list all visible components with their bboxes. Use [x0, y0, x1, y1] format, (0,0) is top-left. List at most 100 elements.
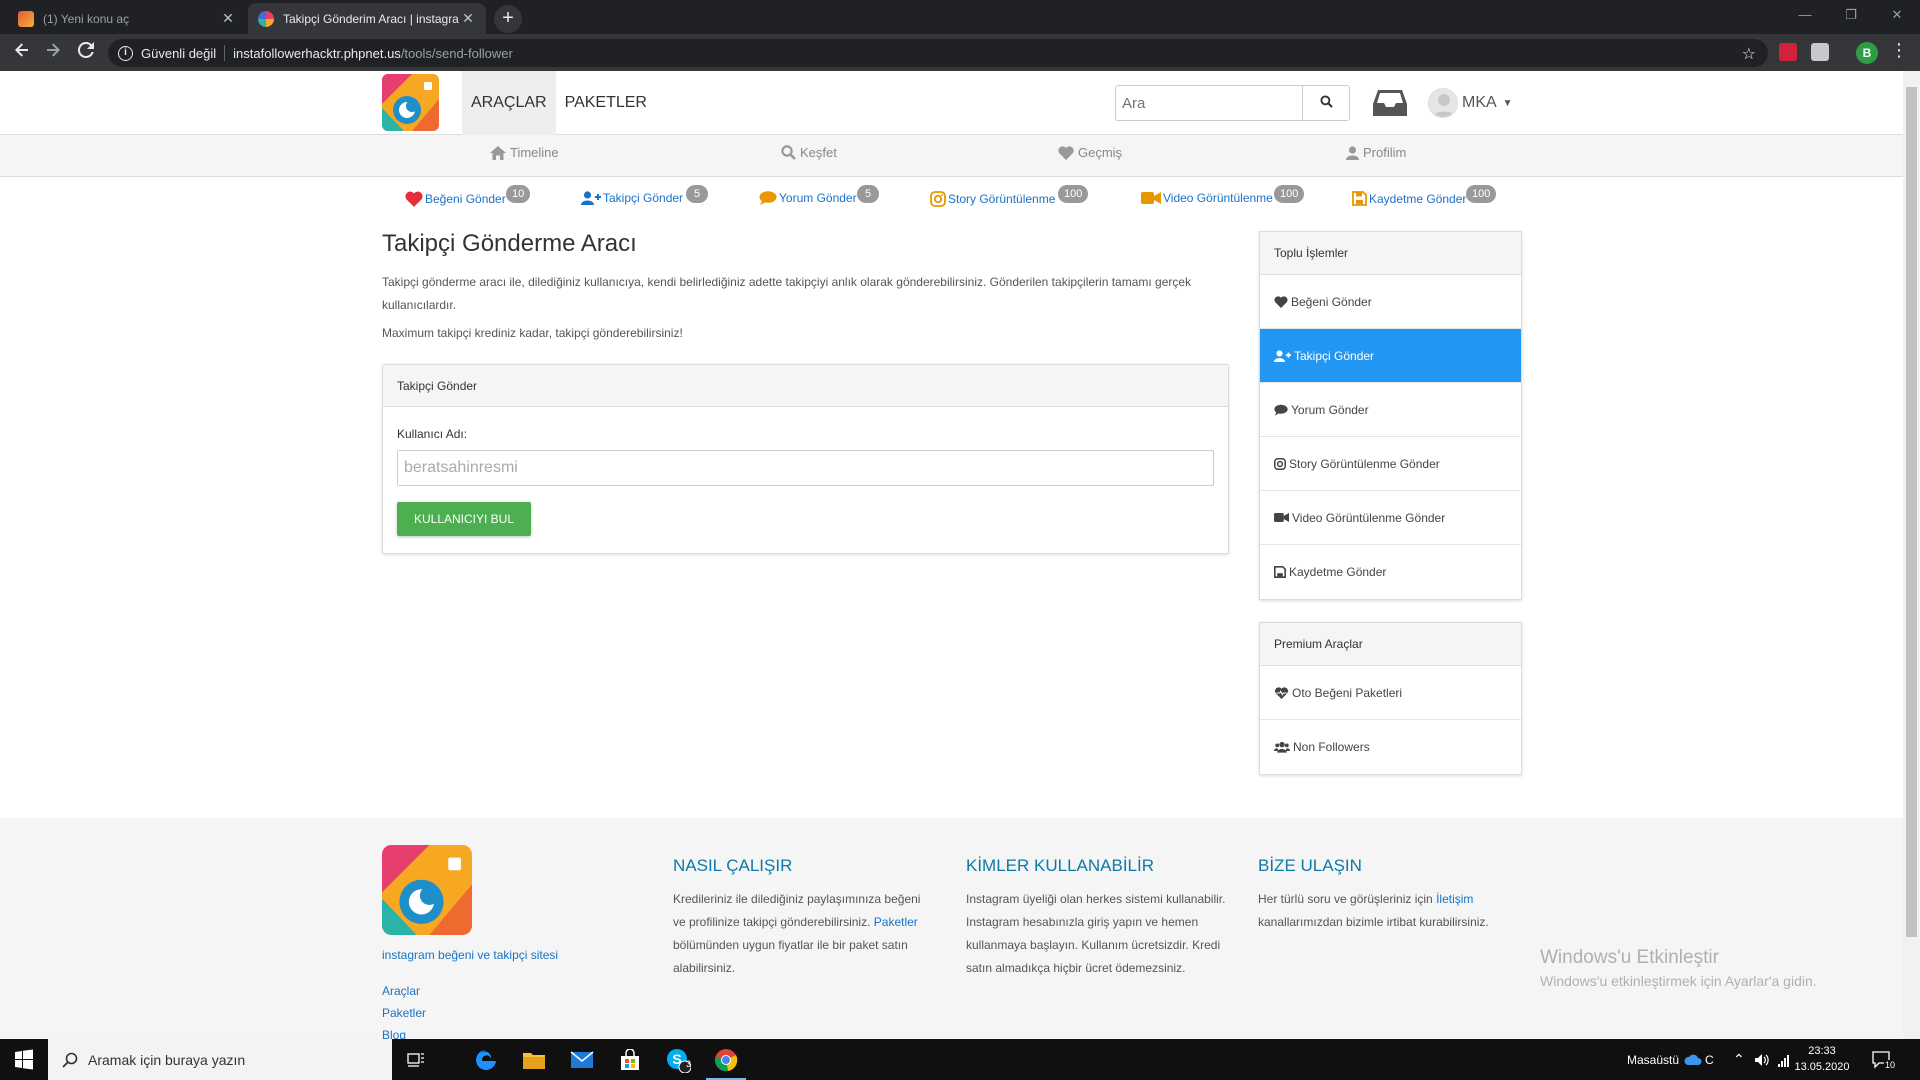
footer-how-text: Kredileriniz ile dilediğiniz paylaşımını…	[673, 892, 921, 975]
page-description: Takipçi gönderme aracı ile, dilediğiniz …	[382, 275, 1192, 312]
scrollbar-thumb[interactable]	[1906, 87, 1917, 937]
heart-icon	[405, 191, 423, 207]
edge-browser-icon[interactable]	[462, 1039, 510, 1080]
start-button[interactable]	[0, 1039, 48, 1080]
store-icon[interactable]	[606, 1039, 654, 1080]
back-arrow-icon[interactable]	[9, 40, 35, 66]
tool-takipci-gonder[interactable]: Takipçi Gönder	[581, 191, 683, 205]
sidebar-item-video[interactable]: Video Görüntülenme Gönder	[1260, 491, 1521, 545]
close-tab-icon[interactable]: ✕	[220, 10, 236, 27]
site-logo[interactable]	[382, 74, 439, 131]
subnav-profilim[interactable]: Profilim	[1346, 145, 1406, 160]
tool-kaydetme-gonder[interactable]: Kaydetme Gönder	[1352, 191, 1466, 206]
panel-title: Takipçi Gönder	[383, 365, 1228, 407]
bookmark-star-icon[interactable]: ☆	[1742, 44, 1756, 64]
volume-icon[interactable]	[1754, 1039, 1770, 1080]
subnav-gecmis[interactable]: Geçmiş	[1058, 145, 1122, 160]
user-menu[interactable]: MKA ▼	[1428, 87, 1513, 119]
user-icon	[1346, 145, 1359, 160]
clock-time: 23:33	[1808, 1045, 1836, 1057]
nav-araclar[interactable]: ARAÇLAR	[462, 71, 556, 135]
network-icon[interactable]	[1777, 1039, 1791, 1080]
url-host: instafollowerhacktr.phpnet.us	[233, 45, 401, 61]
page-scrollbar[interactable]	[1903, 71, 1920, 1039]
desktop-label[interactable]: Masaüstü	[1627, 1039, 1679, 1080]
browser-tab-strip: (1) Yeni konu aç ✕ Takipçi Gönderim Arac…	[0, 0, 1920, 34]
restore-window-button[interactable]: ❐	[1828, 0, 1874, 30]
mail-icon[interactable]	[558, 1039, 606, 1080]
sidebar-item-story[interactable]: Story Görüntülenme Gönder	[1260, 437, 1521, 491]
video-camera-icon	[1141, 192, 1161, 204]
file-explorer-icon[interactable]	[510, 1039, 558, 1080]
footer-iletisim-link[interactable]: İletişim	[1436, 892, 1473, 906]
onedrive-weather-icon[interactable]: C	[1684, 1039, 1714, 1080]
heart-icon	[1058, 145, 1074, 160]
footer-link-araclar[interactable]: Araçlar	[382, 984, 420, 998]
browser-tab-yeni-konu[interactable]: (1) Yeni konu aç ✕	[8, 3, 246, 34]
tool-yorum-gonder[interactable]: Yorum Gönder	[759, 191, 857, 205]
url-path: /tools/send-follower	[400, 45, 513, 61]
close-tab-icon[interactable]: ✕	[460, 10, 476, 27]
tray-chevron-up-icon[interactable]: ⌃	[1733, 1039, 1745, 1080]
browser-menu-icon[interactable]: ⋮	[1890, 40, 1908, 61]
sidebar-item-kaydetme[interactable]: Kaydetme Gönder	[1260, 545, 1521, 599]
inbox-icon[interactable]	[1372, 87, 1408, 119]
sidebar-item-takipci[interactable]: Takipçi Gönder	[1260, 329, 1521, 383]
footer-how-it-works: NASIL ÇALIŞIR Kredileriniz ile dilediğin…	[673, 856, 933, 980]
tab-title: (1) Yeni konu aç	[43, 11, 130, 26]
extension-red-icon[interactable]	[1779, 43, 1797, 61]
footer-contact: BİZE ULAŞIN Her türlü soru ve görüşlerin…	[1258, 856, 1518, 934]
forward-arrow-icon[interactable]	[40, 40, 66, 66]
bulk-actions-card: Toplu İşlemler Beğeni Gönder Takipçi Gön…	[1259, 231, 1522, 600]
tool-video-goruntulenme[interactable]: Video Görüntülenme	[1141, 191, 1273, 205]
taskbar-clock[interactable]: 23:33 13.05.2020	[1790, 1043, 1854, 1075]
tool-story-goruntulenme[interactable]: Story Görüntülenme	[930, 191, 1055, 207]
sidebar-item-oto-begeni[interactable]: Oto Beğeni Paketleri	[1260, 666, 1521, 720]
windows-logo-icon	[15, 1049, 33, 1070]
minimize-window-button[interactable]: —	[1782, 0, 1828, 30]
info-icon[interactable]: i	[118, 45, 133, 61]
sidebar-item-yorum[interactable]: Yorum Gönder	[1260, 383, 1521, 437]
sidebar-item-begeni[interactable]: Beğeni Gönder	[1260, 275, 1521, 329]
chrome-icon[interactable]	[702, 1039, 750, 1080]
heartbeat-icon	[1274, 686, 1289, 699]
task-view-icon[interactable]	[392, 1039, 440, 1080]
taskbar-search-box[interactable]: Aramak için buraya yazın	[48, 1039, 392, 1080]
footer-logo[interactable]	[382, 845, 472, 935]
site-search	[1115, 85, 1350, 121]
floppy-disk-icon	[1352, 191, 1367, 206]
find-user-button[interactable]: KULLANICIYI BUL	[397, 502, 531, 536]
footer-paketler-link[interactable]: Paketler	[874, 915, 918, 929]
username-input[interactable]	[397, 450, 1214, 486]
nav-paketler[interactable]: PAKETLER	[556, 71, 656, 135]
bulk-actions-title: Toplu İşlemler	[1260, 232, 1521, 275]
tool-begeni-gonder[interactable]: Beğeni Gönder	[405, 191, 506, 207]
address-bar[interactable]: i Güvenli değil instafollowerhacktr.phpn…	[108, 39, 1768, 67]
skype-icon[interactable]: S 3	[654, 1039, 702, 1080]
notifications-icon[interactable]: 10	[1872, 1039, 1897, 1080]
search-input[interactable]	[1115, 85, 1303, 121]
close-window-button[interactable]: ✕	[1874, 0, 1920, 30]
browser-tab-takipci[interactable]: Takipçi Gönderim Aracı | instagra ✕	[248, 3, 486, 34]
tool-count-badge: 5	[686, 185, 708, 203]
new-tab-button[interactable]: +	[494, 5, 522, 33]
footer-tagline[interactable]: instagram beğeni ve takipçi sitesi	[382, 948, 558, 962]
footer-who-text: Instagram üyeliği olan herkes sistemi ku…	[966, 892, 1226, 975]
footer-link-blog[interactable]: Blog	[382, 1028, 406, 1039]
video-camera-icon	[1274, 513, 1289, 522]
footer-link-paketler[interactable]: Paketler	[382, 1006, 426, 1020]
forum-favicon-icon	[18, 10, 34, 27]
subnav-kesfet[interactable]: Keşfet	[781, 145, 837, 160]
tool-count-badge: 100	[1274, 185, 1305, 203]
username: MKA	[1462, 94, 1497, 111]
tool-count-badge: 10	[506, 185, 531, 203]
search-button[interactable]	[1303, 85, 1350, 121]
reload-icon[interactable]	[73, 40, 99, 66]
instagram-icon	[1274, 457, 1286, 470]
windows-activation-watermark: Windows'u Etkinleştir Windows'u etkinleş…	[1540, 947, 1817, 989]
sidebar-item-non-followers[interactable]: Non Followers	[1260, 720, 1521, 774]
notification-count: 10	[1884, 1059, 1897, 1070]
browser-profile-avatar[interactable]: B	[1856, 42, 1878, 64]
extension-printer-icon[interactable]	[1811, 43, 1829, 61]
subnav-timeline[interactable]: Timeline	[490, 145, 559, 160]
